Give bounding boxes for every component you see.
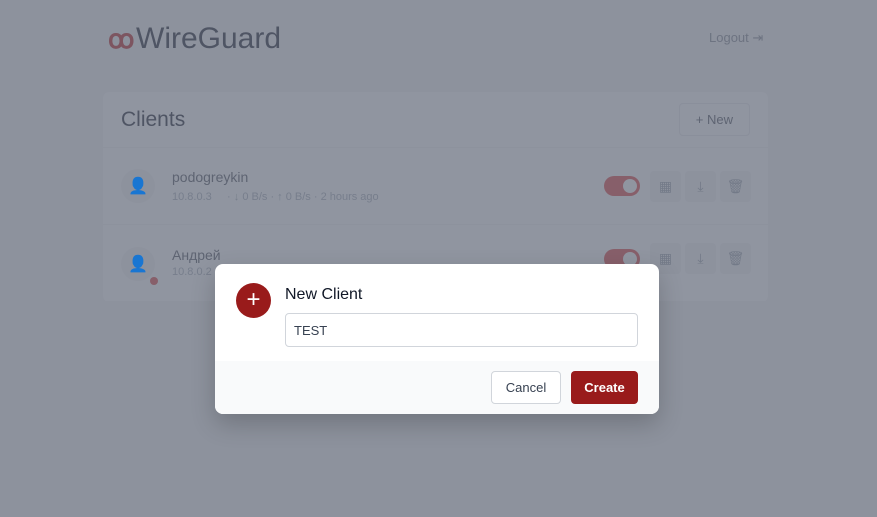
- logout-link[interactable]: Logout ⇥: [709, 30, 763, 46]
- client-address: 10.8.0.2: [172, 266, 212, 278]
- cancel-button[interactable]: Cancel: [491, 371, 561, 404]
- client-address: 10.8.0.3: [172, 191, 212, 203]
- wireguard-logo-icon: ꝏ: [108, 24, 135, 54]
- new-client-button[interactable]: + New: [678, 103, 750, 136]
- create-button[interactable]: Create: [571, 371, 638, 404]
- enable-toggle[interactable]: [604, 176, 640, 196]
- user-icon: 👤: [128, 256, 148, 273]
- plus-icon: +: [236, 283, 271, 318]
- avatar: 👤: [121, 247, 158, 285]
- download-icon[interactable]: ⤓: [685, 243, 716, 274]
- download-icon[interactable]: ⤓: [685, 170, 716, 202]
- qr-code-icon[interactable]: ▦: [650, 170, 681, 202]
- app-title: WireGuard: [136, 22, 282, 55]
- clients-title: Clients: [121, 107, 186, 131]
- trash-icon[interactable]: 🗑: [720, 243, 751, 274]
- dialog-title: New Client: [285, 286, 363, 303]
- client-row: 👤 podogreykin 10.8.0.3 · ↓ 0 B/s · ↑ 0 B…: [103, 148, 768, 225]
- new-client-dialog: + New Client Cancel Create: [215, 264, 659, 414]
- header: ꝏ WireGuard: [108, 22, 281, 56]
- user-icon: 👤: [128, 178, 148, 195]
- client-name[interactable]: Андрей: [172, 247, 221, 263]
- status-dot: [150, 277, 158, 285]
- client-stats: · ↓ 0 B/s · ↑ 0 B/s · 2 hours ago: [227, 191, 379, 203]
- client-name-input[interactable]: [285, 313, 638, 347]
- avatar: 👤: [121, 169, 155, 203]
- trash-icon[interactable]: 🗑: [720, 170, 751, 202]
- client-name[interactable]: podogreykin: [172, 169, 379, 185]
